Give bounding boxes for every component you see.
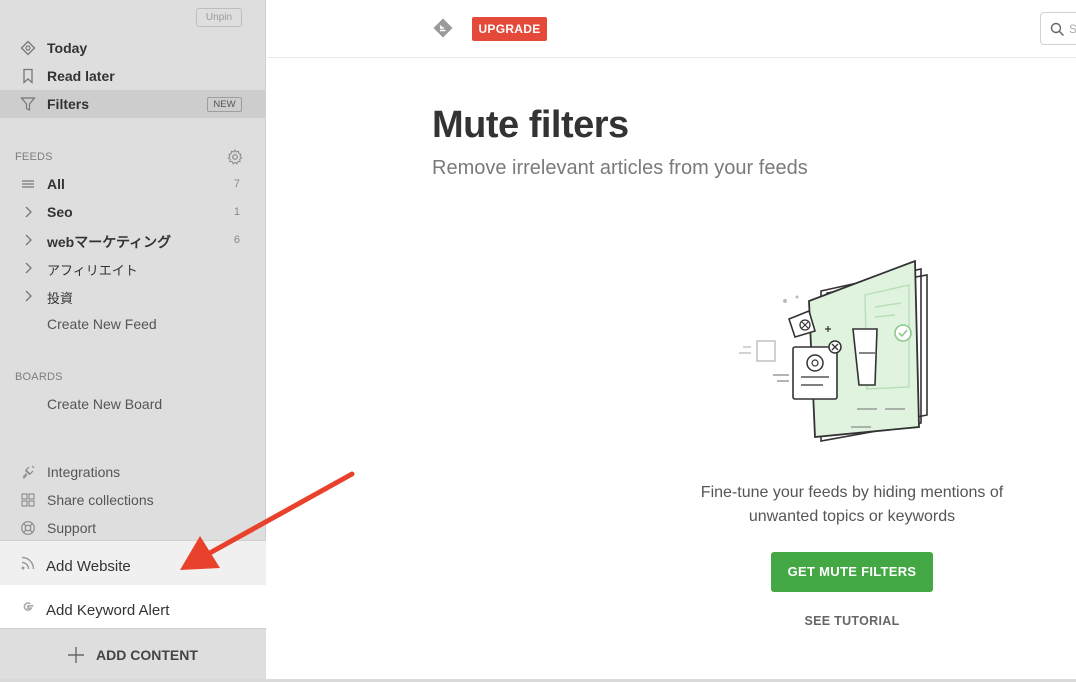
search-placeholder: S bbox=[1069, 22, 1076, 36]
search-input[interactable]: S bbox=[1040, 12, 1076, 45]
feed-label: webマーケティング bbox=[47, 234, 172, 250]
new-badge: NEW bbox=[207, 97, 242, 112]
description-line-2: unwanted topics or keywords bbox=[748, 508, 956, 525]
page-subtitle: Remove irrelevant articles from your fee… bbox=[432, 157, 808, 179]
annotation-arrow-icon bbox=[180, 471, 355, 570]
create-new-feed-link[interactable]: Create New Feed bbox=[47, 316, 157, 332]
nav-item-read-later[interactable]: Read later bbox=[0, 62, 266, 90]
page-title: Mute filters bbox=[432, 104, 629, 146]
search-icon bbox=[1050, 22, 1065, 37]
chevron-right-icon bbox=[25, 234, 32, 246]
bookmark-icon bbox=[23, 68, 33, 84]
feed-count: 7 bbox=[233, 178, 240, 190]
nav-item-today[interactable]: Today bbox=[0, 34, 266, 62]
nav-item-label: Read later bbox=[47, 68, 115, 84]
feed-label: アフィリエイト bbox=[47, 263, 138, 278]
unpin-button[interactable]: Unpin bbox=[196, 8, 242, 27]
nav-item-label: Filters bbox=[47, 96, 90, 112]
list-icon bbox=[22, 180, 34, 188]
feed-count: 1 bbox=[233, 206, 240, 218]
feed-item-all[interactable]: All 7 bbox=[0, 170, 266, 198]
nav-item-filters[interactable]: Filters NEW bbox=[0, 90, 266, 118]
feeds-section-title: FEEDS bbox=[15, 151, 53, 163]
plus-icon bbox=[68, 647, 84, 663]
today-icon bbox=[20, 40, 36, 56]
get-mute-filters-button[interactable]: GET MUTE FILTERS bbox=[771, 552, 933, 592]
feed-item-seo[interactable]: Seo 1 bbox=[0, 198, 266, 226]
feed-label: Seo bbox=[47, 204, 73, 220]
boards-section-title: BOARDS bbox=[15, 371, 63, 383]
add-content-button[interactable]: ADD CONTENT bbox=[0, 630, 266, 682]
add-keyword-alert-item[interactable]: Add Keyword Alert bbox=[0, 585, 266, 629]
feed-item-affiliate[interactable]: アフィリエイト bbox=[0, 254, 266, 282]
see-tutorial-link[interactable]: SEE TUTORIAL bbox=[752, 614, 952, 628]
feed-label: 投資 bbox=[47, 291, 74, 306]
mute-filters-illustration bbox=[739, 259, 928, 442]
nav-item-label: Today bbox=[47, 40, 88, 56]
add-keyword-alert-label: Add Keyword Alert bbox=[46, 602, 170, 619]
integrations-label: Integrations bbox=[47, 464, 121, 480]
feedly-logo-icon[interactable] bbox=[432, 17, 454, 39]
google-icon bbox=[23, 602, 34, 611]
share-collections-icon bbox=[21, 493, 35, 507]
feed-item-web-marketing[interactable]: webマーケティング 6 bbox=[0, 226, 266, 254]
support-icon bbox=[21, 521, 35, 535]
add-content-label: ADD CONTENT bbox=[96, 647, 198, 663]
feed-count: 6 bbox=[233, 234, 240, 246]
chevron-right-icon bbox=[25, 206, 32, 218]
share-collections-label: Share collections bbox=[47, 492, 154, 508]
description: Fine-tune your feeds by hiding mentions … bbox=[652, 481, 1052, 529]
description-line-1: Fine-tune your feeds by hiding mentions … bbox=[700, 484, 1004, 501]
feed-item-investment[interactable]: 投資 bbox=[0, 282, 266, 310]
add-website-label: Add Website bbox=[46, 558, 131, 575]
chevron-right-icon bbox=[25, 290, 32, 302]
feed-label: All bbox=[47, 176, 65, 192]
filter-icon bbox=[20, 97, 36, 111]
top-bar: UPGRADE S bbox=[267, 0, 1076, 58]
rss-icon bbox=[21, 556, 35, 570]
support-label: Support bbox=[47, 520, 97, 536]
gear-icon[interactable] bbox=[227, 149, 243, 165]
create-new-board-link[interactable]: Create New Board bbox=[47, 396, 162, 412]
integrations-icon bbox=[22, 465, 35, 479]
chevron-right-icon bbox=[25, 262, 32, 274]
upgrade-button[interactable]: UPGRADE bbox=[472, 17, 547, 41]
